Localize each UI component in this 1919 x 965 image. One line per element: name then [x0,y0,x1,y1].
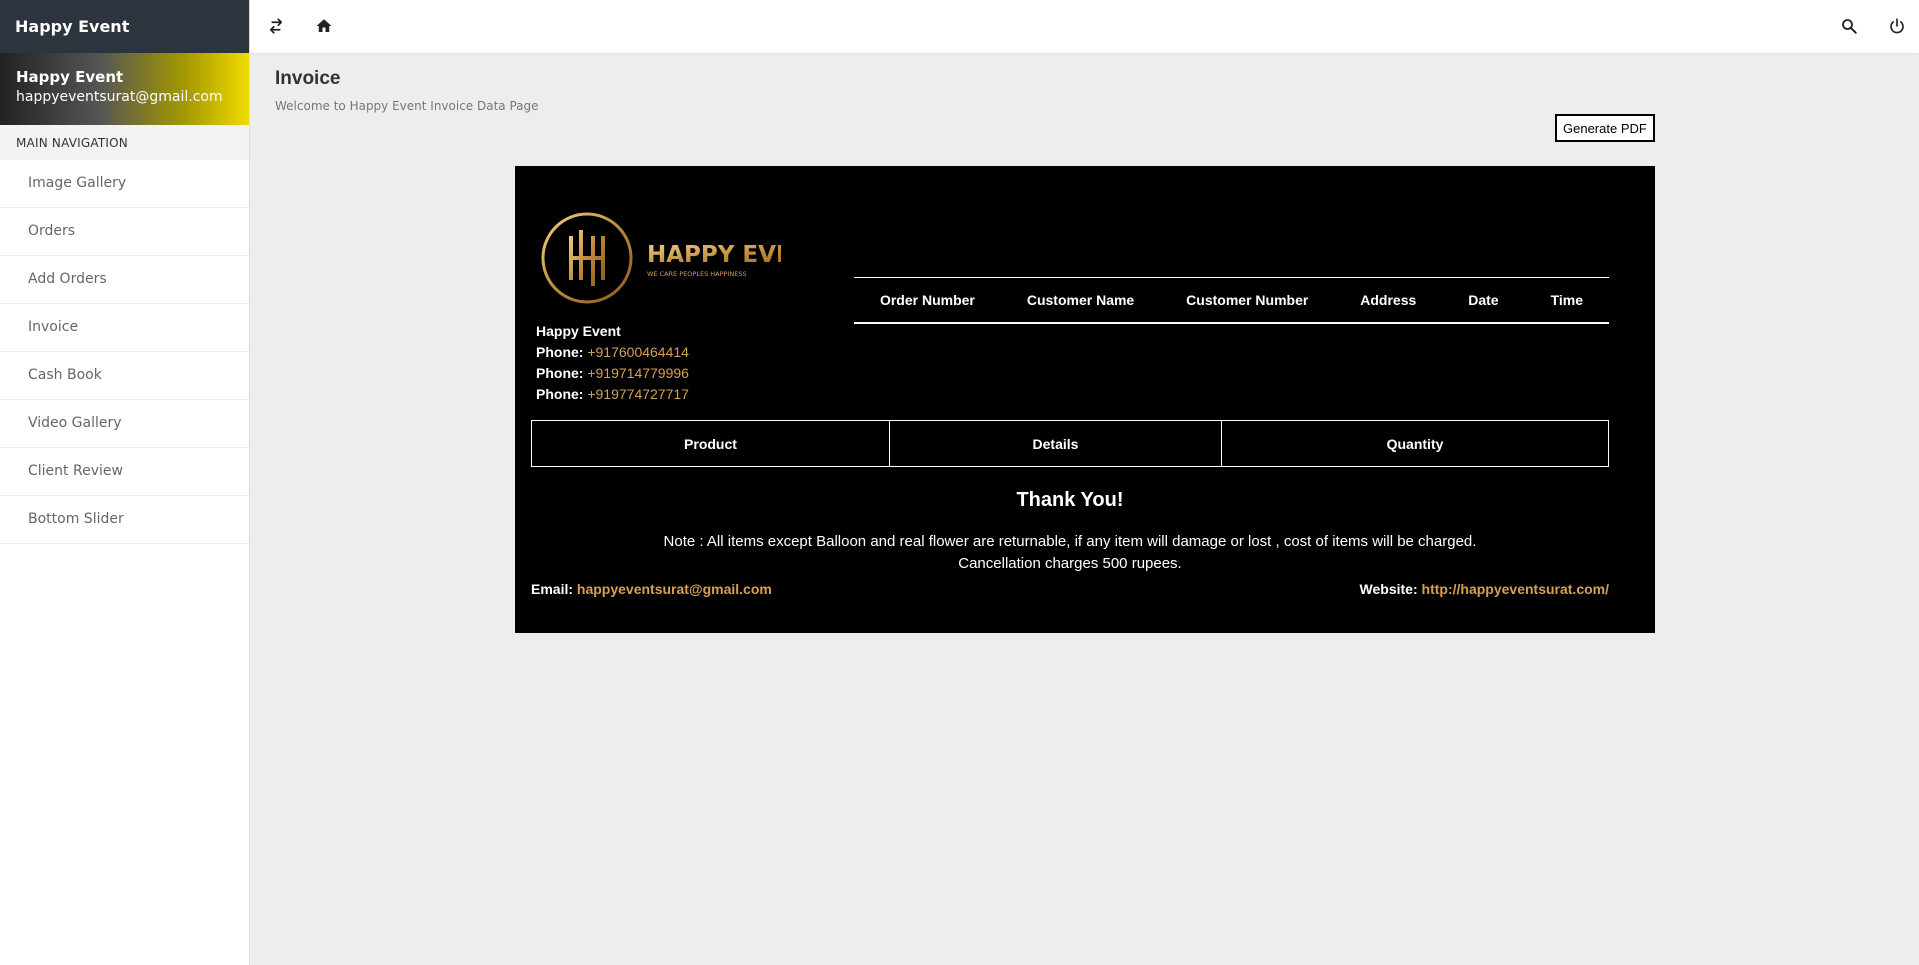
sidebar-item-client-review[interactable]: Client Review [0,448,249,496]
website-line: Website: http://happyeventsurat.com/ [1360,581,1609,597]
search-icon[interactable] [1837,14,1861,38]
col-customer-name: Customer Name [1026,292,1135,308]
order-info-header: Order Number Customer Name Customer Numb… [854,277,1609,324]
main-content: Invoice Welcome to Happy Event Invoice D… [250,53,1919,965]
phone-number[interactable]: +919714779996 [587,365,689,381]
col-customer-number: Customer Number [1186,292,1309,308]
phone-label: Phone: [536,365,584,381]
email-link[interactable]: happyeventsurat@gmail.com [577,581,772,597]
email-label: Email: [531,581,574,597]
note-line: Note : All items except Balloon and real… [663,533,1477,550]
company-name: Happy Event [536,323,621,339]
invoice-note: Note : All items except Balloon and real… [515,531,1625,575]
page-subtitle: Welcome to Happy Event Invoice Data Page [275,99,539,113]
phone-label: Phone: [536,344,584,360]
user-name: Happy Event [16,68,124,86]
cancellation-line: Cancellation charges 500 rupees. [958,555,1182,572]
power-icon[interactable] [1885,14,1909,38]
user-email: happyeventsurat@gmail.com [16,89,223,105]
thank-you-text: Thank You! [1016,489,1124,511]
nav-header: MAIN NAVIGATION [0,125,249,160]
brand-name[interactable]: Happy Event [0,0,249,53]
sidebar-item-image-gallery[interactable]: Image Gallery [0,160,249,208]
sidebar-item-orders[interactable]: Orders [0,208,249,256]
invoice-card: HAPPY EVENTS WE CARE PEOPLES HAPPINESS H… [515,166,1655,633]
page-title: Invoice [275,68,341,89]
phone-line: Phone: +919714779996 [536,363,689,384]
phone-line: Phone: +917600464414 [536,342,689,363]
sidebar-item-cash-book[interactable]: Cash Book [0,352,249,400]
col-address: Address [1360,292,1417,308]
col-order-number: Order Number [879,292,975,308]
sidebar-item-bottom-slider[interactable]: Bottom Slider [0,496,249,544]
col-quantity: Quantity [1386,435,1444,452]
phone-number[interactable]: +919774727717 [587,386,689,402]
company-info: Happy Event Phone: +917600464414 Phone: … [536,321,689,405]
sidebar-item-invoice[interactable]: Invoice [0,304,249,352]
col-details: Details [890,421,1222,466]
generate-pdf-button[interactable]: Generate PDF [1555,114,1655,142]
product-table-header: Product Details Quantity [531,420,1609,467]
website-label: Website: [1359,581,1418,597]
sidebar-item-add-orders[interactable]: Add Orders [0,256,249,304]
sidebar-item-video-gallery[interactable]: Video Gallery [0,400,249,448]
phone-line: Phone: +919774727717 [536,384,689,405]
col-product: Product [532,421,890,466]
logo-tagline: WE CARE PEOPLES HAPPINESS [647,270,747,278]
home-icon[interactable] [312,14,336,38]
top-bar [250,0,1919,53]
website-link[interactable]: http://happyeventsurat.com/ [1422,581,1609,597]
phone-label: Phone: [536,386,584,402]
col-date: Date [1468,292,1499,308]
swap-icon[interactable] [264,14,288,38]
email-line: Email: happyeventsurat@gmail.com [531,581,772,597]
nav-list: Image Gallery Orders Add Orders Invoice … [0,160,249,544]
sidebar: Happy Event Happy Event happyeventsurat@… [0,0,250,965]
col-time: Time [1550,292,1583,308]
logo-title: HAPPY EVENTS [647,242,781,268]
phone-number[interactable]: +917600464414 [587,344,689,360]
user-panel: Happy Event happyeventsurat@gmail.com [0,53,249,125]
happy-events-logo: HAPPY EVENTS WE CARE PEOPLES HAPPINESS [541,212,781,304]
